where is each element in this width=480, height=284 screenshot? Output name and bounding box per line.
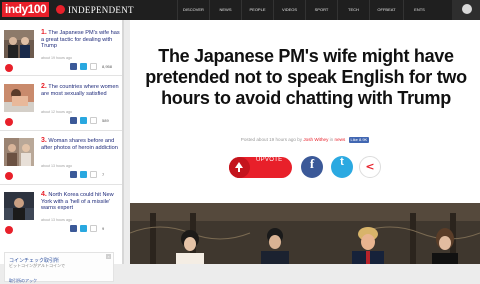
nav-news[interactable]: NEWS: [209, 0, 241, 20]
article-thumbnail[interactable]: [4, 30, 34, 58]
independent-brand[interactable]: INDEPENDENT: [56, 5, 134, 15]
twitter-icon[interactable]: [80, 117, 87, 124]
nav-tech[interactable]: TECH: [337, 0, 369, 20]
facebook-icon[interactable]: [70, 63, 77, 70]
trending-sidebar: 1. The Japanese PM's wife has a great ta…: [0, 20, 124, 283]
list-item-time: about 19 hours ago: [41, 56, 72, 60]
thumbnail-image: [4, 30, 34, 58]
independent-label: INDEPENDENT: [68, 5, 134, 15]
facebook-like-button[interactable]: Like 8.9K: [348, 137, 370, 143]
share-count: 9: [102, 226, 105, 231]
facebook-icon[interactable]: [70, 171, 77, 178]
share-row: 589: [70, 117, 109, 124]
indy-badge-icon: [5, 226, 13, 234]
user-icon: [462, 4, 472, 14]
upvote-label: UPVOTE: [256, 157, 283, 163]
top-navigation-bar: indy100 INDEPENDENT DISCOVER NEWS PEOPLE…: [0, 0, 480, 20]
facebook-icon[interactable]: [70, 225, 77, 232]
list-item-title[interactable]: 3. Woman shares before and after photos …: [41, 137, 123, 151]
article-thumbnail[interactable]: [4, 84, 34, 112]
share-icon[interactable]: [90, 225, 97, 232]
nav-ents[interactable]: ENTS: [403, 0, 435, 20]
article-byline: Posted about 19 hours ago by Josh Withey…: [130, 137, 480, 143]
ad-link[interactable]: 取引所のアック: [9, 278, 37, 284]
share-icon[interactable]: [90, 171, 97, 178]
list-item-time: about 13 hours ago: [41, 164, 72, 168]
byline-in: in: [329, 137, 334, 142]
list-item-time: about 12 hours ago: [41, 110, 72, 114]
share-icon[interactable]: [90, 117, 97, 124]
upvote-button[interactable]: UPVOTE: [229, 157, 292, 178]
share-row: 9: [70, 225, 104, 232]
thumbnail-image: [4, 192, 34, 220]
article-main: The Japanese PM's wife might have preten…: [130, 20, 480, 264]
share-row: 8,958: [70, 63, 112, 70]
twitter-icon[interactable]: [80, 63, 87, 70]
divider: [0, 75, 122, 76]
main-nav: DISCOVER NEWS PEOPLE VIDEOS SPORT TECH O…: [177, 0, 435, 20]
indy100-logo[interactable]: indy100: [2, 2, 50, 17]
upvote-arrow-icon: [229, 157, 250, 178]
nav-sport[interactable]: SPORT: [305, 0, 337, 20]
indy-badge-icon: [5, 118, 13, 126]
user-avatar-button[interactable]: [452, 0, 480, 20]
divider: [0, 184, 122, 185]
article-hero-image[interactable]: [130, 203, 480, 264]
facebook-icon: f: [309, 156, 315, 171]
nav-people[interactable]: PEOPLE: [241, 0, 273, 20]
twitter-share-button[interactable]: t: [331, 156, 353, 178]
twitter-icon[interactable]: [80, 225, 87, 232]
section-link[interactable]: news: [335, 137, 346, 142]
twitter-icon: t: [340, 156, 344, 168]
share-row: 7: [70, 171, 104, 178]
facebook-share-button[interactable]: f: [301, 156, 323, 178]
nav-videos[interactable]: VIDEOS: [273, 0, 305, 20]
share-button[interactable]: <: [359, 156, 381, 178]
facebook-icon[interactable]: [70, 117, 77, 124]
share-icon: <: [365, 160, 375, 173]
nav-offbeat[interactable]: OFFBEAT: [369, 0, 403, 20]
share-icon[interactable]: [90, 63, 97, 70]
share-count: 7: [102, 172, 105, 177]
list-item-time: about 13 hours ago: [41, 218, 72, 222]
list-item[interactable]: 3. Woman shares before and after photos …: [0, 132, 124, 182]
indy-badge-icon: [5, 172, 13, 180]
list-item[interactable]: 1. The Japanese PM's wife has a great ta…: [0, 24, 124, 74]
nav-discover[interactable]: DISCOVER: [177, 0, 209, 20]
twitter-icon[interactable]: [80, 171, 87, 178]
article-thumbnail[interactable]: [4, 192, 34, 220]
thumbnail-image: [4, 138, 34, 166]
article-headline: The Japanese PM's wife might have preten…: [145, 46, 467, 108]
share-count: 589: [102, 118, 109, 123]
independent-eagle-icon: [56, 5, 65, 14]
byline-posted: Posted about 19 hours ago by: [240, 137, 303, 142]
list-item[interactable]: 4. North Korea could hit New York with a…: [0, 186, 124, 236]
divider: [0, 130, 122, 131]
indy-badge-icon: [5, 64, 13, 72]
thumbnail-image: [4, 84, 34, 112]
list-item-title[interactable]: 2. The countries where women are most se…: [41, 83, 123, 97]
article-thumbnail[interactable]: [4, 138, 34, 166]
list-item-title[interactable]: 4. North Korea could hit New York with a…: [41, 191, 123, 212]
ad-close-icon[interactable]: ×: [106, 254, 111, 259]
list-item-title[interactable]: 1. The Japanese PM's wife has a great ta…: [41, 29, 123, 50]
author-link[interactable]: Josh Withey: [303, 137, 328, 142]
share-count: 8,958: [102, 64, 113, 69]
hero-photo: [130, 203, 480, 264]
advertisement[interactable]: × コインチェック取引所 ビットコインがアルトコインで 取引所のアック: [4, 252, 114, 284]
list-item[interactable]: 2. The countries where women are most se…: [0, 78, 124, 128]
